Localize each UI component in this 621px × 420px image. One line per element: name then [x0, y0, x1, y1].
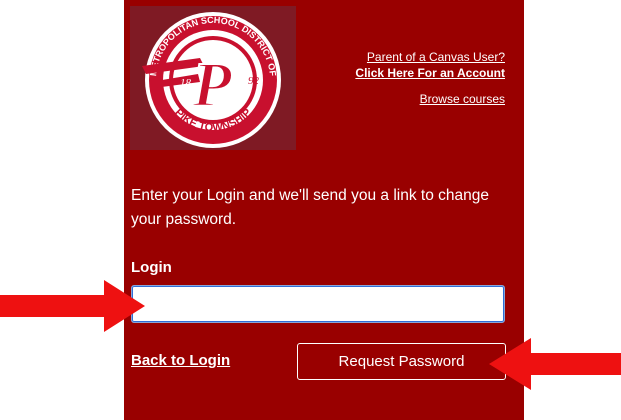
instructions-text: Enter your Login and we'll send you a li… — [131, 187, 489, 228]
top-links: Parent of a Canvas User? Click Here For … — [355, 49, 505, 107]
pike-township-seal: METROPOLITAN SCHOOL DISTRICT OF PIKE TOW… — [142, 12, 281, 148]
svg-text:P: P — [191, 49, 232, 120]
login-input[interactable] — [131, 285, 505, 323]
parent-canvas-link[interactable]: Parent of a Canvas User? — [355, 49, 505, 65]
arrow-left-icon — [489, 338, 621, 390]
arrow-right-icon — [0, 280, 145, 332]
browse-courses-link[interactable]: Browse courses — [355, 91, 505, 107]
request-password-button[interactable]: Request Password — [297, 343, 506, 380]
login-label: Login — [131, 259, 172, 276]
svg-text:92: 92 — [248, 75, 260, 87]
create-account-link[interactable]: Click Here For an Account — [355, 65, 505, 81]
school-logo: METROPOLITAN SCHOOL DISTRICT OF PIKE TOW… — [130, 6, 296, 150]
login-panel: METROPOLITAN SCHOOL DISTRICT OF PIKE TOW… — [124, 0, 524, 420]
svg-text:18: 18 — [180, 77, 192, 89]
back-to-login-link[interactable]: Back to Login — [131, 352, 230, 369]
